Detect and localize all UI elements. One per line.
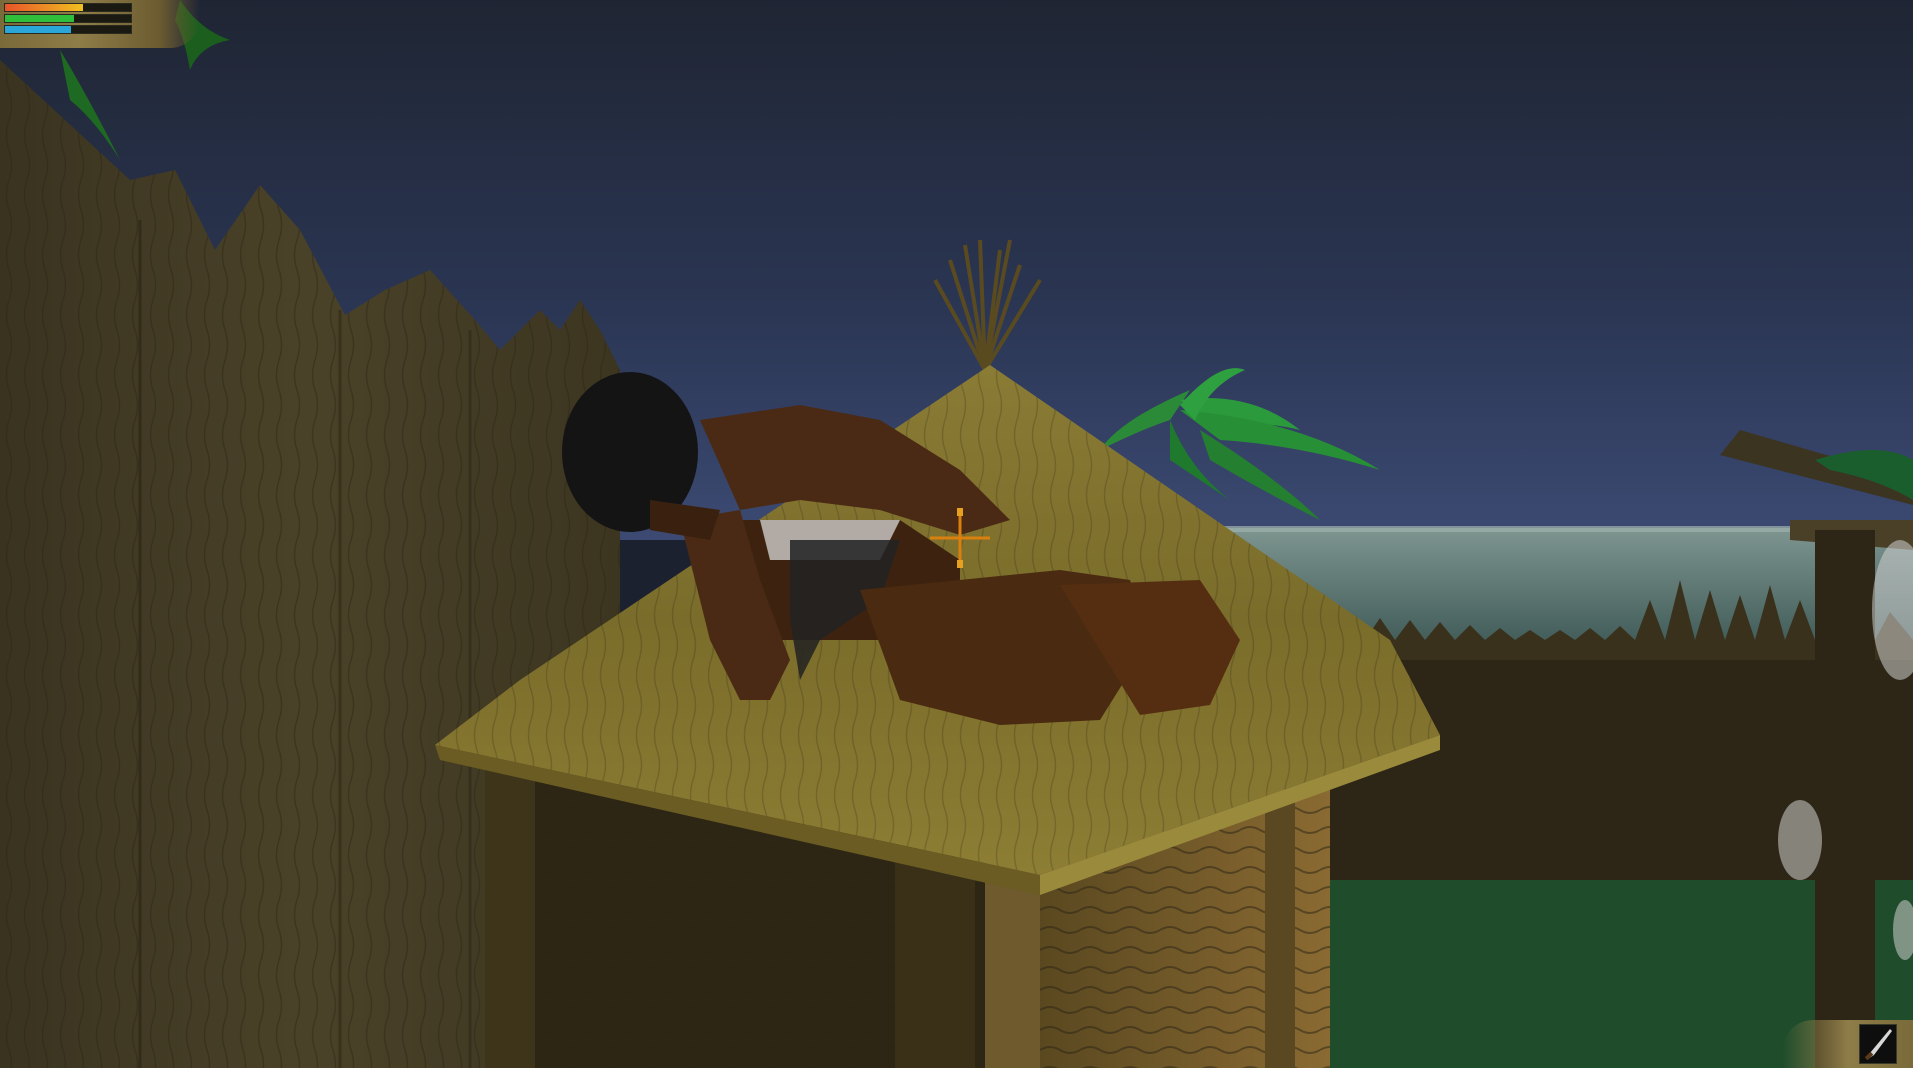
stamina-bar-fill bbox=[5, 15, 75, 22]
stamina-bar bbox=[4, 14, 132, 23]
status-bars-panel bbox=[0, 0, 200, 48]
equipped-item-slot[interactable] bbox=[1783, 1020, 1913, 1068]
water-bar-fill bbox=[5, 26, 71, 33]
health-bar-fill bbox=[5, 4, 84, 11]
water-bar bbox=[4, 25, 132, 34]
machete-icon bbox=[1859, 1024, 1897, 1064]
crosshair-icon bbox=[930, 508, 990, 568]
health-bar bbox=[4, 3, 132, 12]
